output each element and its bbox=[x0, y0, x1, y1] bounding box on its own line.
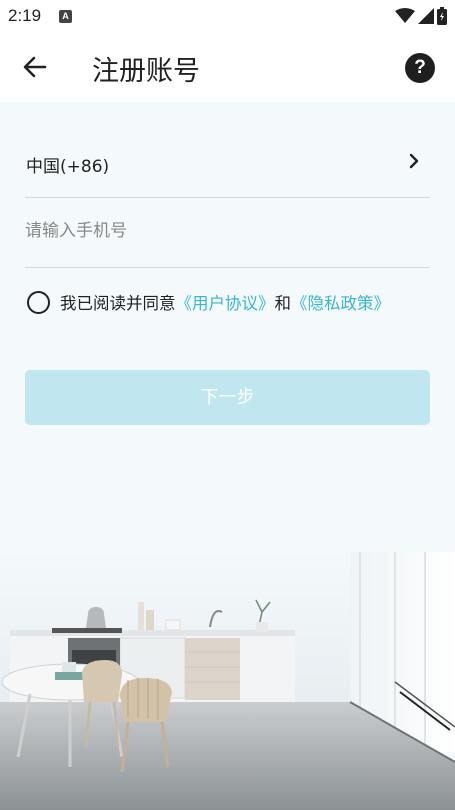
help-button[interactable]: ? bbox=[405, 53, 435, 83]
agreement-joiner: 和 bbox=[274, 294, 292, 313]
next-step-button[interactable]: 下一步 bbox=[25, 370, 430, 425]
status-icons bbox=[395, 6, 447, 26]
chevron-right-icon bbox=[409, 153, 419, 169]
agreement-row: 我已阅读并同意《用户协议》和《隐私政策》 bbox=[27, 288, 437, 316]
page-title: 注册账号 bbox=[92, 56, 200, 87]
status-bar: 2:19 A bbox=[0, 0, 455, 32]
agreement-text: 我已阅读并同意《用户协议》和《隐私政策》 bbox=[60, 290, 390, 314]
battery-icon bbox=[437, 7, 447, 25]
status-time: 2:19 bbox=[8, 6, 42, 25]
agree-radio-button[interactable] bbox=[27, 290, 50, 314]
back-button[interactable] bbox=[18, 50, 52, 84]
country-code-selector[interactable]: 中国(+86) bbox=[25, 126, 430, 198]
kitchen-background-illustration bbox=[0, 552, 455, 810]
user-agreement-link[interactable]: 《用户协议》 bbox=[176, 294, 275, 313]
notification-icon: A bbox=[59, 10, 72, 23]
country-code-label: 中国(+86) bbox=[26, 157, 110, 177]
cell-signal-icon bbox=[418, 8, 434, 24]
phone-field-row bbox=[25, 198, 430, 268]
back-arrow-icon bbox=[23, 56, 47, 78]
wifi-icon bbox=[395, 8, 415, 23]
agreement-prefix: 我已阅读并同意 bbox=[60, 294, 176, 313]
registration-form: 中国(+86) 我已阅读并同意《用户协议》和《隐私政策》 下一步 bbox=[0, 102, 455, 552]
phone-number-input[interactable] bbox=[25, 216, 425, 246]
privacy-policy-link[interactable]: 《隐私政策》 bbox=[291, 294, 390, 313]
app-header: 注册账号 ? bbox=[0, 32, 455, 102]
help-icon: ? bbox=[414, 57, 426, 78]
